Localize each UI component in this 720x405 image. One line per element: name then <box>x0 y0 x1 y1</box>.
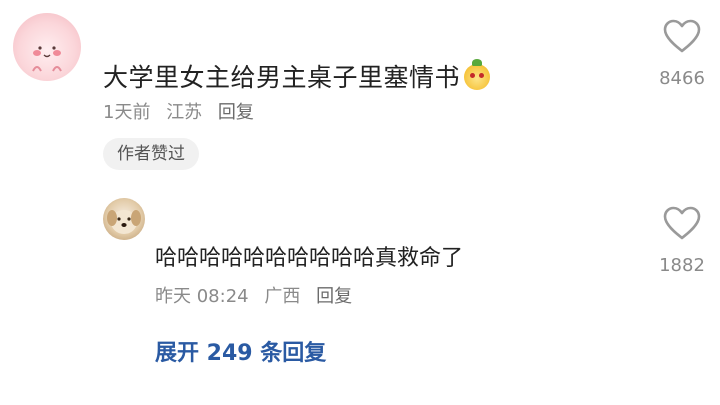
reply-time: 昨天 08:24 <box>155 286 249 307</box>
comment-like-button[interactable] <box>662 18 702 54</box>
comment-reply-button[interactable]: 回复 <box>218 102 254 123</box>
reply-meta: 昨天 08:24 广西 回复 <box>155 282 362 308</box>
comment-section: 大学里女主给男主桌子里塞情书 1天前 江苏 回复 作者赞过 8466 哈哈哈哈哈… <box>0 0 720 405</box>
mango-emoji-icon <box>464 59 491 90</box>
expand-replies-button[interactable]: 展开 249 条回复 <box>155 335 326 367</box>
dog-avatar-icon <box>107 210 141 234</box>
author-liked-badge: 作者赞过 <box>103 138 199 170</box>
heart-outline-icon <box>663 206 701 240</box>
comment-time: 1天前 <box>103 102 151 123</box>
reply-like-count: 1882 <box>659 255 705 276</box>
reply-like-button[interactable] <box>662 205 702 241</box>
avatar-face-icon <box>32 46 62 72</box>
reply-avatar[interactable] <box>103 198 145 240</box>
comment-location: 江苏 <box>166 102 203 123</box>
comment-text: 大学里女主给男主桌子里塞情书 <box>103 58 491 94</box>
reply-reply-button[interactable]: 回复 <box>316 286 352 307</box>
comment-meta: 1天前 江苏 回复 <box>103 98 264 124</box>
reply-location: 广西 <box>264 286 301 307</box>
comment-avatar[interactable] <box>13 13 81 81</box>
reply-text: 哈哈哈哈哈哈哈哈哈哈真救命了 <box>155 246 464 271</box>
comment-like-count: 8466 <box>659 68 705 89</box>
comment-text-content: 大学里女主给男主桌子里塞情书 <box>103 63 461 92</box>
heart-outline-icon <box>663 19 701 53</box>
